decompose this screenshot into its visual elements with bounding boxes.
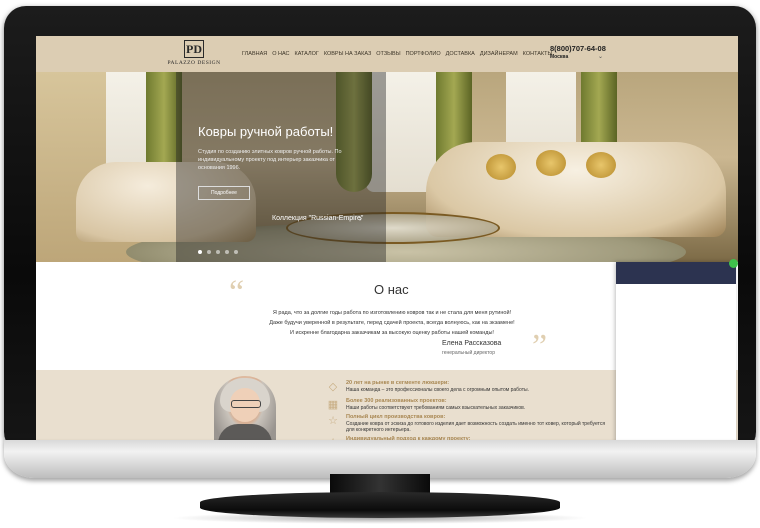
about-title: О нас: [374, 282, 409, 297]
slider-dot[interactable]: [234, 250, 238, 254]
about-text: Я рада, что за долгие годы работа по изг…: [232, 308, 552, 338]
nav-item-portfolio[interactable]: ПОРТФОЛИО: [406, 51, 441, 57]
hero-cushion: [486, 154, 516, 180]
chevron-down-icon[interactable]: ⌄: [598, 53, 603, 60]
grid-icon: ▦: [327, 399, 339, 411]
screen: PD PALAZZO DESIGN ГЛАВНАЯ О НАС КАТАЛОГ …: [36, 36, 738, 446]
monitor-chin: [4, 440, 756, 478]
nav-item-custom-carpets[interactable]: КОВРЫ НА ЗАКАЗ: [324, 51, 371, 57]
hero-cushion: [586, 152, 616, 178]
chat-widget-header[interactable]: [616, 262, 736, 284]
monitor-bezel: PD PALAZZO DESIGN ГЛАВНАЯ О НАС КАТАЛОГ …: [4, 6, 756, 454]
feature-desc: Наши работы соответствуют требованиям са…: [346, 405, 526, 411]
nav-item-home[interactable]: ГЛАВНАЯ: [242, 51, 267, 57]
quote-close-icon: ”: [532, 328, 548, 365]
about-line: И искренне благодарна заказчикам за высо…: [290, 330, 494, 336]
nav-item-catalog[interactable]: КАТАЛОГ: [295, 51, 319, 57]
slider-dot[interactable]: [225, 250, 229, 254]
feature-desc: Создание ковра от эскиза до готового изд…: [346, 421, 606, 433]
signer-name: Елена Рассказова: [442, 340, 502, 347]
about-line: Даже будучи уверенной в результате, пере…: [269, 320, 515, 326]
chat-widget[interactable]: [616, 259, 738, 446]
site-header: PD PALAZZO DESIGN ГЛАВНАЯ О НАС КАТАЛОГ …: [36, 36, 738, 72]
feature-desc: Наша команда – это профессионалы своего …: [346, 387, 529, 393]
nav-item-contacts[interactable]: КОНТАКТЫ: [523, 51, 553, 57]
online-status-icon: [729, 259, 738, 268]
slider-dot[interactable]: [207, 250, 211, 254]
about-line: Я рада, что за долгие годы работа по изг…: [272, 310, 512, 316]
monitor-stand-neck: [330, 474, 430, 494]
feature-title: Более 300 реализованных проектов:: [346, 398, 447, 404]
star-icon: ☆: [328, 415, 338, 427]
signer-role: генеральный директор: [442, 350, 495, 356]
nav-item-reviews[interactable]: ОТЗЫВЫ: [376, 51, 400, 57]
logo-mark: PD: [184, 40, 204, 58]
logo-text: PALAZZO DESIGN: [167, 60, 221, 66]
collection-link[interactable]: Коллекция "Russian-Empire": [272, 215, 363, 222]
slider-dot[interactable]: [216, 250, 220, 254]
phone-number[interactable]: 8(800)707-64-08: [550, 44, 606, 53]
hero-title: Ковры ручной работы!: [198, 124, 334, 139]
main-nav: ГЛАВНАЯ О НАС КАТАЛОГ КОВРЫ НА ЗАКАЗ ОТЗ…: [242, 51, 552, 57]
nav-item-delivery[interactable]: ДОСТАВКА: [446, 51, 475, 57]
feature-title: Полный цикл производства ковров:: [346, 414, 446, 420]
feature-title: 20 лет на рынке в сегменте люкшери:: [346, 380, 450, 386]
chevron-right-icon[interactable]: ›: [359, 213, 362, 223]
director-photo: [214, 376, 276, 446]
monitor-stand-base: [200, 492, 560, 518]
hero-cushion: [536, 150, 566, 176]
city-selector[interactable]: Москва: [550, 54, 568, 60]
nav-item-about[interactable]: О НАС: [272, 51, 289, 57]
hero-slider: Ковры ручной работы! Студия по созданию …: [36, 72, 738, 262]
logo[interactable]: PD PALAZZO DESIGN: [164, 40, 224, 70]
more-button[interactable]: Подробнее: [198, 186, 250, 200]
hero-description: Студия по созданию элитных ковров ручной…: [198, 149, 342, 171]
slider-dots: [198, 250, 238, 254]
quote-open-icon: “: [229, 274, 245, 311]
slider-dot[interactable]: [198, 250, 202, 254]
diamond-icon: ◇: [328, 381, 338, 393]
nav-item-designers[interactable]: ДИЗАЙНЕРАМ: [480, 51, 518, 57]
